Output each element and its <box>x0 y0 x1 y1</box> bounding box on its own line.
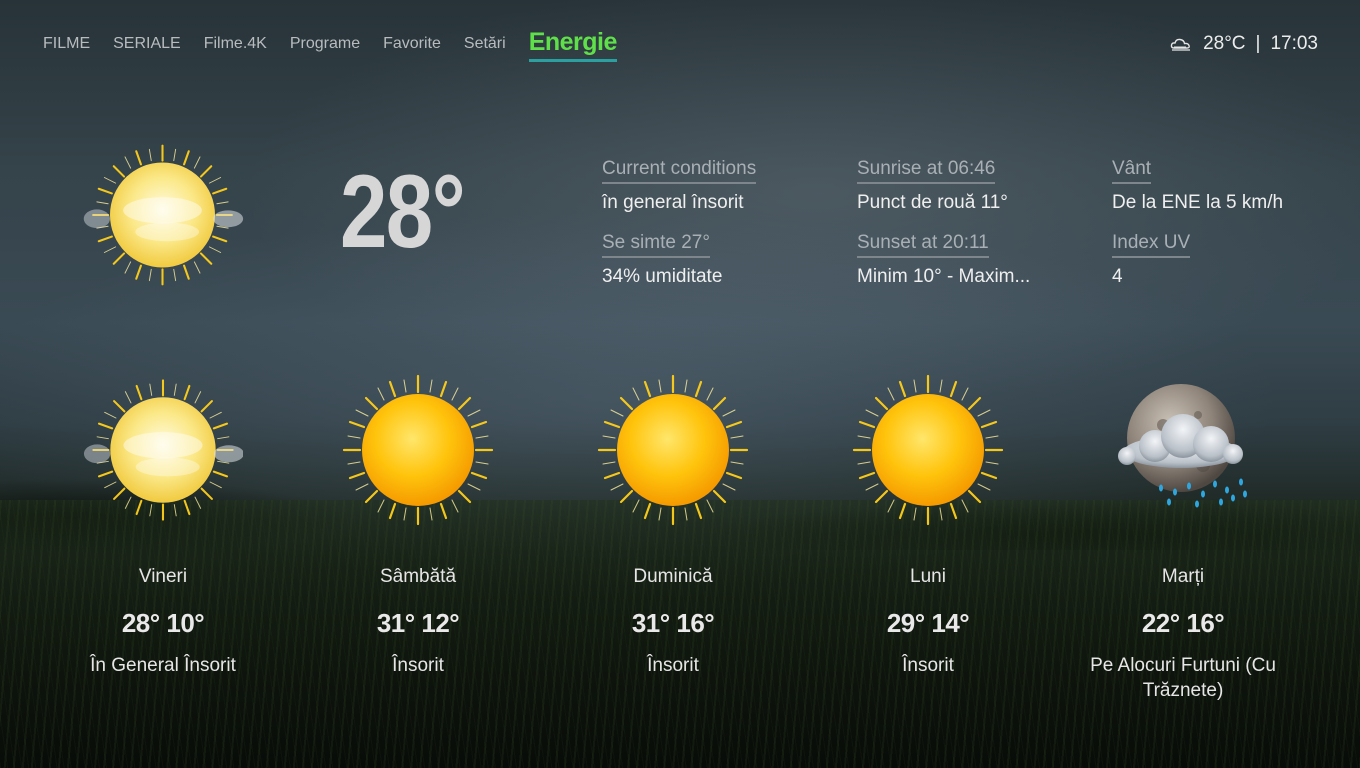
forecast-day-temps: 29° 14° <box>886 608 970 638</box>
forecast-day-temps: 31° 12° <box>376 608 460 638</box>
status-bar: 28°C | 17:03 <box>1170 33 1318 55</box>
forecast-day: Vineri 28° 10° În General Însorit <box>53 370 273 678</box>
uv-value: 4 <box>1112 266 1123 287</box>
sunset-block: Sunset at 20:11 Minim 10° - Maxim... <box>857 232 1030 288</box>
current-temperature: 28° <box>340 154 466 270</box>
dewpoint-value: Punct de rouă 11° <box>857 192 1008 213</box>
current-conditions-value: în general însorit <box>602 192 744 213</box>
forecast-day-name: Luni <box>910 566 946 587</box>
forecast-day-temps: 22° 16° <box>1141 608 1225 638</box>
thunderstorm-icon <box>1118 384 1247 508</box>
minmax-value: Minim 10° - Maxim... <box>857 266 1031 287</box>
nav-item-energie[interactable]: Energie <box>528 28 617 62</box>
forecast-day-condition: Însorit <box>392 655 444 676</box>
wind-label: Vânt <box>1112 158 1152 184</box>
feels-like-block: Se simte 27° 34% umiditate <box>602 232 722 288</box>
forecast-day: Luni 29° 14° Însorit <box>818 370 1038 678</box>
sun-icon <box>342 374 494 526</box>
status-separator: | <box>1255 33 1261 54</box>
sunrise-label: Sunrise at 06:46 <box>857 158 996 184</box>
nav-item-favorite[interactable]: Favorite <box>383 28 441 53</box>
forecast-day-temps: 31° 16° <box>631 608 715 638</box>
forecast-day: Duminică 31° 16° Însorit <box>563 370 783 678</box>
partly-sunny-icon <box>83 144 244 286</box>
forecast-day-name: Duminică <box>633 566 713 587</box>
nav-item-filme-4k[interactable]: Filme.4K <box>204 28 267 53</box>
main-nav: FILME SERIALE Filme.4K Programe Favorite… <box>43 28 640 68</box>
uv-label: Index UV <box>1112 232 1191 258</box>
forecast-day-condition: Pe Alocuri Furtuni (Cu Trăznete) <box>1090 655 1276 701</box>
nav-item-programe[interactable]: Programe <box>290 28 360 53</box>
nav-item-setari[interactable]: Setări <box>464 28 506 53</box>
humidity-value: 34% umiditate <box>602 266 723 287</box>
partly-sunny-icon <box>83 379 243 521</box>
forecast-day-condition: Însorit <box>902 655 954 676</box>
wind-block: Vânt De la ENE la 5 km/h <box>1112 158 1283 214</box>
sunrise-block: Sunrise at 06:46 Punct de rouă 11° <box>857 158 1008 214</box>
current-conditions-block: Current conditions în general însorit <box>602 158 757 214</box>
forecast-day-condition: Însorit <box>647 655 699 676</box>
feels-like-label: Se simte 27° <box>602 232 710 258</box>
sun-icon <box>852 374 1004 526</box>
status-time: 17:03 <box>1270 33 1318 54</box>
forecast-day-condition: În General Însorit <box>90 655 236 676</box>
status-temperature: 28°C <box>1203 33 1246 54</box>
current-conditions-label: Current conditions <box>602 158 757 184</box>
forecast-day-name: Marți <box>1161 566 1205 587</box>
sun-icon <box>597 374 749 526</box>
uv-block: Index UV 4 <box>1112 232 1191 288</box>
nav-item-seriale[interactable]: SERIALE <box>113 28 181 53</box>
forecast-day: Marți 22° 16° Pe Alocuri Furtuni (Cu Tră… <box>1073 370 1293 703</box>
partly-cloudy-icon <box>1170 38 1191 51</box>
nav-item-filme[interactable]: FILME <box>43 28 90 53</box>
forecast-day-name: Sâmbătă <box>379 566 457 587</box>
sunset-label: Sunset at 20:11 <box>857 232 989 258</box>
forecast-day-name: Vineri <box>138 566 188 587</box>
wind-value: De la ENE la 5 km/h <box>1112 192 1284 213</box>
forecast-day: Sâmbătă 31° 12° Însorit <box>308 370 528 678</box>
forecast-day-temps: 28° 10° <box>121 608 205 638</box>
